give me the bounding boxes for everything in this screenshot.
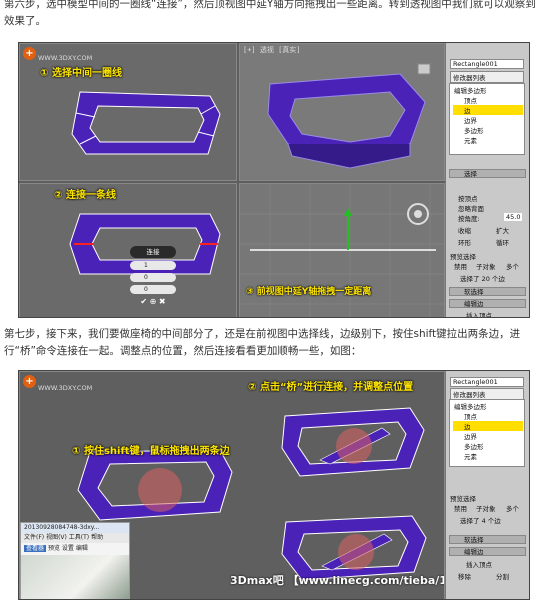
- preview-multi[interactable]: 多个: [506, 503, 519, 513]
- viewer-image: [21, 555, 129, 599]
- popup-buttons[interactable]: ✔ ⊕ ✖: [130, 297, 176, 306]
- stack-item[interactable]: 编辑多边形: [454, 401, 487, 411]
- modifier-stack[interactable]: 编辑多边形 顶点 边 边界 多边形 元素: [449, 83, 525, 155]
- menu-view[interactable]: 视图(V): [46, 534, 67, 541]
- toolbar-edit[interactable]: 编辑: [76, 545, 88, 552]
- screenshot-step7: + WWW.3DXY.COM ① 按住shift键，鼠标拖拽出两条边 ② 点击“…: [18, 370, 530, 600]
- stack-item[interactable]: 顶点: [464, 411, 477, 421]
- shrink-button[interactable]: 收缩: [458, 225, 471, 235]
- screenshot-step6: + WWW.3DXY.COM ① 选择中间一圈线 [+] 透视 [真实] ② 连…: [18, 42, 530, 318]
- connect-title: 连接: [130, 246, 176, 258]
- mesh-perspective: [267, 63, 431, 169]
- stack-item-selected[interactable]: 边: [453, 421, 523, 431]
- modifier-stack[interactable]: 编辑多边形 顶点 边 边界 多边形 元素: [449, 399, 525, 467]
- by-angle[interactable]: 按角度:: [458, 213, 480, 223]
- connect-popup[interactable]: 连接 1 0 0 ✔ ⊕ ✖: [130, 246, 176, 317]
- preview-selection: 预览选择: [450, 495, 476, 503]
- mesh-left-bottom: [69, 213, 221, 275]
- grow-button[interactable]: 扩大: [496, 225, 509, 235]
- step6-paragraph: 第六步，选中模型中间的一圈线“连接”，然后顶视图中延Y轴方向拖拽出一些距离。转到…: [4, 0, 536, 27]
- soft-selection-rollout[interactable]: 软选择: [449, 287, 526, 296]
- annotation-step7-1: ① 按住shift键，鼠标拖拽出两条边: [72, 446, 230, 457]
- insert-vertex-button[interactable]: 插入顶点: [466, 559, 492, 569]
- viewer-toolbar[interactable]: 查看器 预览 设置 编辑: [21, 543, 129, 555]
- stack-item[interactable]: 元素: [464, 451, 477, 461]
- stack-item[interactable]: 多边形: [464, 125, 484, 135]
- spin-2[interactable]: 0: [130, 273, 176, 282]
- viewport-top[interactable]: + WWW.3DXY.COM ① 选择中间一圈线: [19, 43, 237, 181]
- watermark: 3Dmax吧 【www.linecg.com/tieba/1771】: [230, 574, 444, 587]
- insert-vertex-button[interactable]: 插入顶点: [466, 310, 492, 317]
- spin-3[interactable]: 0: [130, 285, 176, 294]
- remove-button[interactable]: 移除: [458, 571, 471, 581]
- command-panel-step7[interactable]: Rectangle001 修改器列表 编辑多边形 顶点 边 边界 多边形 元素 …: [445, 371, 529, 599]
- stack-item-selected[interactable]: 边: [453, 105, 523, 115]
- menu-file[interactable]: 文件(F): [24, 534, 44, 541]
- viewer-title: 20130928084748-3dxy...: [21, 523, 129, 533]
- preview-off[interactable]: 禁用: [454, 503, 467, 513]
- preview-sub[interactable]: 子对象: [476, 503, 496, 513]
- viewport-left-bottom[interactable]: ② 连接一条线 连接 1 0 0 ✔ ⊕ ✖: [19, 183, 237, 317]
- annotation-1: ① 选择中间一圈线: [40, 68, 122, 79]
- image-viewer-window[interactable]: 20130928084748-3dxy... 文件(F) 视图(V) 工具(T)…: [20, 522, 130, 599]
- toolbar-viewer[interactable]: 查看器: [24, 545, 47, 552]
- annotation-step7-2: ② 点击“桥”进行连接，并调整点位置: [248, 382, 414, 393]
- annotation-2: ② 连接一条线: [54, 190, 116, 201]
- selected-count: 选择了 20 个边: [460, 275, 505, 283]
- preview-multi[interactable]: 多个: [506, 261, 519, 271]
- stack-item[interactable]: 多边形: [464, 441, 484, 451]
- object-name[interactable]: Rectangle001: [450, 59, 524, 69]
- ignore-backfacing[interactable]: 忽略背面: [458, 203, 484, 213]
- viewport-front[interactable]: ③ 前视图中延Y轴拖拽一定距离: [239, 183, 445, 317]
- stack-item[interactable]: 边界: [464, 431, 477, 441]
- modifier-list[interactable]: 修改器列表: [450, 71, 524, 83]
- preview-sub[interactable]: 子对象: [476, 261, 496, 271]
- menu-tools[interactable]: 工具(T): [69, 534, 89, 541]
- split-button[interactable]: 分割: [496, 571, 509, 581]
- viewport-step7[interactable]: + WWW.3DXY.COM ① 按住shift键，鼠标拖拽出两条边 ② 点击“…: [19, 371, 445, 599]
- preview-selection: 预览选择: [450, 253, 476, 261]
- command-panel[interactable]: Rectangle001 修改器列表 编辑多边形 顶点 边 边界 多边形 元素 …: [445, 43, 529, 317]
- stack-item[interactable]: 边界: [464, 115, 477, 125]
- object-name[interactable]: Rectangle001: [450, 377, 524, 387]
- stack-item[interactable]: 编辑多边形: [454, 85, 487, 95]
- annotation-3: ③ 前视图中延Y轴拖拽一定距离: [246, 287, 372, 297]
- preview-off[interactable]: 禁用: [454, 261, 467, 271]
- toolbar-settings[interactable]: 设置: [62, 545, 74, 552]
- front-grid: [240, 184, 444, 317]
- spin-1[interactable]: 1: [130, 261, 176, 270]
- edit-edges-rollout[interactable]: 编辑边: [449, 547, 526, 556]
- edit-edges-rollout[interactable]: 编辑边: [449, 299, 526, 308]
- stack-item[interactable]: 元素: [464, 135, 477, 145]
- toolbar-preview[interactable]: 预览: [48, 545, 60, 552]
- menu-help[interactable]: 帮助: [91, 534, 103, 541]
- by-vertex[interactable]: 按顶点: [458, 193, 478, 203]
- selected-count: 选择了 4 个边: [460, 517, 501, 525]
- ring-button[interactable]: 环形: [458, 237, 471, 247]
- soft-selection-rollout[interactable]: 软选择: [449, 535, 526, 544]
- viewer-menu[interactable]: 文件(F) 视图(V) 工具(T) 帮助: [21, 533, 129, 543]
- viewport-perspective[interactable]: [+] 透视 [真实]: [239, 43, 445, 181]
- loop-button[interactable]: 循环: [496, 237, 509, 247]
- stack-item[interactable]: 顶点: [464, 95, 477, 105]
- step7-paragraph: 第七步，接下来，我们要做座椅的中间部分了，还是在前视图中选择线，边级别下，按住s…: [4, 328, 521, 357]
- selection-rollout[interactable]: 选择: [449, 169, 526, 178]
- angle-value[interactable]: 45.0: [504, 213, 523, 221]
